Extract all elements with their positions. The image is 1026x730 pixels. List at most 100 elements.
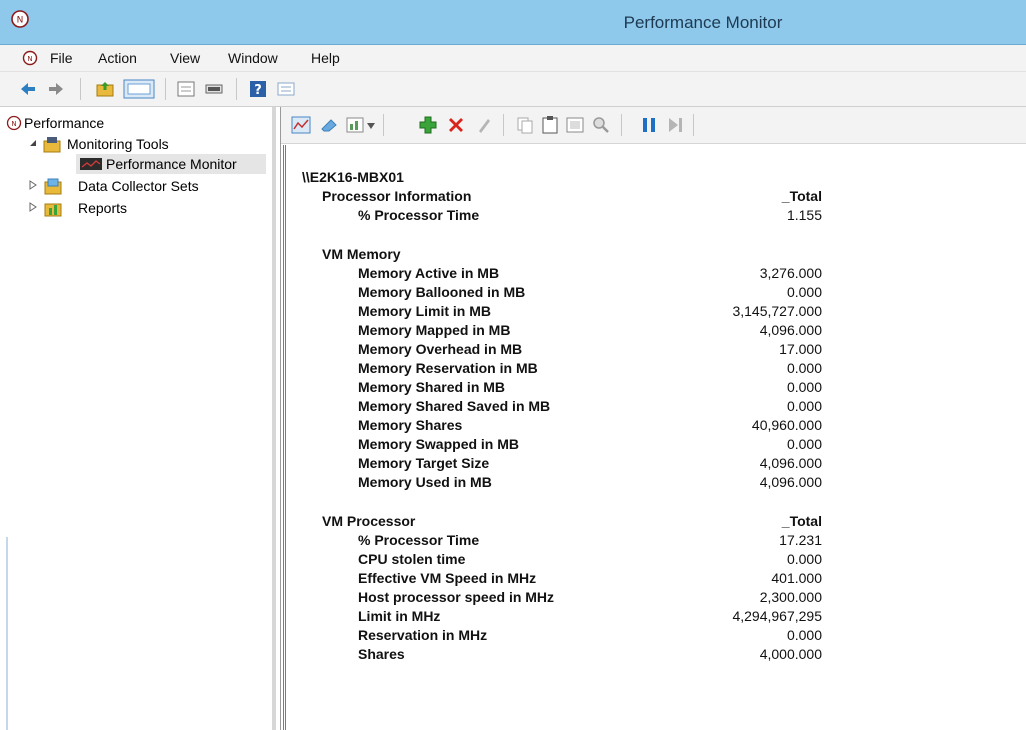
properties-icon[interactable] — [565, 115, 585, 135]
report-counter-value: 4,096.000 — [759, 474, 822, 490]
report-counter-name: Memory Limit in MB — [358, 303, 492, 319]
report-counter-value: 0.000 — [786, 398, 822, 414]
monitoring-tools-icon — [43, 137, 61, 153]
report-counter-value: 40,960.000 — [751, 417, 822, 433]
tree-item-reports[interactable]: Reports — [6, 198, 266, 218]
report-object-name: VM Processor — [322, 513, 416, 529]
expand-arrow-icon[interactable] — [28, 180, 38, 190]
mmc-icon[interactable] — [276, 79, 296, 99]
properties-icon[interactable] — [176, 79, 196, 99]
chevron-down-icon[interactable] — [367, 123, 375, 129]
forward-arrow-icon[interactable] — [46, 79, 66, 99]
perfmon-node-icon: N — [6, 115, 22, 131]
report-counter-name: Memory Mapped in MB — [358, 322, 511, 338]
report-counter-name: Memory Shared in MB — [358, 379, 506, 395]
expand-arrow-icon[interactable] — [28, 202, 38, 212]
clear-display-icon[interactable] — [319, 115, 339, 135]
console-icon[interactable] — [204, 79, 224, 99]
data-collector-sets-icon — [44, 178, 62, 195]
details-pane: \\E2K16-MBX01 Processor Information _Tot… — [280, 107, 1026, 730]
report-counter-name: Limit in MHz — [358, 608, 441, 624]
tree-item-performance[interactable]: N Performance — [6, 113, 266, 133]
report-counter-name: Memory Shared Saved in MB — [358, 398, 551, 414]
toolbar-separator — [621, 114, 622, 136]
console-tree: N Performance Monitoring Tools Performan… — [0, 107, 276, 730]
toolbar-separator — [383, 114, 384, 136]
report-counter-value: 3,276.000 — [759, 265, 822, 281]
svg-text:N: N — [11, 120, 16, 128]
delete-counter-icon[interactable] — [446, 115, 466, 135]
report-counter-name: % Processor Time — [358, 532, 480, 548]
menu-file[interactable]: File — [50, 50, 73, 66]
toolbar-separator — [80, 78, 81, 100]
tree-item-monitoring-tools[interactable]: Monitoring Tools — [6, 134, 266, 154]
report-counter-value: 0.000 — [786, 284, 822, 300]
tree-item-data-collector-sets[interactable]: Data Collector Sets — [6, 176, 266, 196]
report-counter-value: 4,096.000 — [759, 455, 822, 471]
perfmon-menu-icon[interactable]: N — [22, 50, 38, 66]
up-folder-icon[interactable] — [95, 79, 115, 99]
window-title: Performance Monitor — [623, 13, 783, 32]
tree-scroll-edge — [6, 537, 8, 730]
report-counter-name: Memory Swapped in MB — [358, 436, 520, 452]
report-counter-name: Memory Active in MB — [358, 265, 500, 281]
menu-window[interactable]: Window — [228, 50, 278, 66]
back-arrow-icon[interactable] — [18, 79, 38, 99]
zoom-icon[interactable] — [591, 115, 611, 135]
toolbar-separator — [503, 114, 504, 136]
tree-item-label: Monitoring Tools — [67, 136, 169, 152]
report-counter-value: 0.000 — [786, 379, 822, 395]
report-counter-value: 17.231 — [779, 532, 822, 548]
toolbar-separator — [236, 78, 237, 100]
freeze-display-icon[interactable] — [639, 115, 659, 135]
report-counter-name: Host processor speed in MHz — [358, 589, 555, 605]
report-object-name: Processor Information — [322, 188, 472, 204]
report-view: \\E2K16-MBX01 Processor Information _Tot… — [285, 145, 1024, 730]
report-counter-value: 0.000 — [786, 436, 822, 452]
tree-item-label: Data Collector Sets — [78, 178, 199, 194]
report-counter-value: 401.000 — [771, 570, 822, 586]
report-machine-name: \\E2K16-MBX01 — [302, 169, 404, 185]
change-graph-type-icon[interactable] — [345, 115, 365, 135]
report-counter-value: 4,000.000 — [759, 646, 822, 662]
view-graph-icon[interactable] — [291, 115, 311, 135]
report-counter-value: 4,294,967,295 — [732, 608, 822, 624]
add-counter-icon[interactable] — [418, 115, 438, 135]
report-counter-name: Memory Used in MB — [358, 474, 492, 490]
tree-item-label: Performance Monitor — [106, 156, 237, 172]
pane-divider — [283, 145, 284, 730]
svg-text:?: ? — [254, 83, 262, 98]
report-counter-name: Memory Shares — [358, 417, 463, 433]
reports-icon — [44, 203, 62, 217]
svg-text:N: N — [27, 55, 32, 63]
help-icon[interactable]: ? — [248, 79, 268, 99]
report-counter-value: 0.000 — [786, 551, 822, 567]
tree-item-performance-monitor[interactable]: Performance Monitor — [76, 154, 266, 174]
report-instance-header: _Total — [781, 513, 822, 529]
collapse-arrow-icon[interactable] — [28, 138, 38, 148]
main-toolbar: ? — [0, 72, 1026, 107]
report-counter-name: Memory Target Size — [358, 455, 490, 471]
copy-properties-icon[interactable] — [515, 115, 535, 135]
report-counter-value: 4,096.000 — [759, 322, 822, 338]
show-hide-tree-icon[interactable] — [123, 79, 155, 99]
menu-help[interactable]: Help — [311, 50, 340, 66]
report-counter-name: Memory Reservation in MB — [358, 360, 538, 376]
report-counter-name: % Processor Time — [358, 207, 480, 223]
performance-monitor-icon — [80, 158, 102, 170]
report-counter-value: 2,300.000 — [759, 589, 822, 605]
report-counter-name: CPU stolen time — [358, 551, 466, 567]
report-counter-value: 0.000 — [786, 627, 822, 643]
perfmon-toolbar — [281, 107, 1026, 144]
report-counter-value: 3,145,727.000 — [732, 303, 822, 319]
report-counter-name: Shares — [358, 646, 405, 662]
highlight-icon[interactable] — [474, 115, 494, 135]
menu-view[interactable]: View — [170, 50, 200, 66]
tree-item-label: Performance — [24, 115, 105, 131]
report-counter-value: 0.000 — [786, 360, 822, 376]
paste-counter-list-icon[interactable] — [540, 115, 560, 135]
update-data-icon[interactable] — [665, 115, 685, 135]
menu-action[interactable]: Action — [98, 50, 137, 66]
menu-bar: N File Action View Window Help — [0, 45, 1026, 72]
report-counter-name: Effective VM Speed in MHz — [358, 570, 537, 586]
